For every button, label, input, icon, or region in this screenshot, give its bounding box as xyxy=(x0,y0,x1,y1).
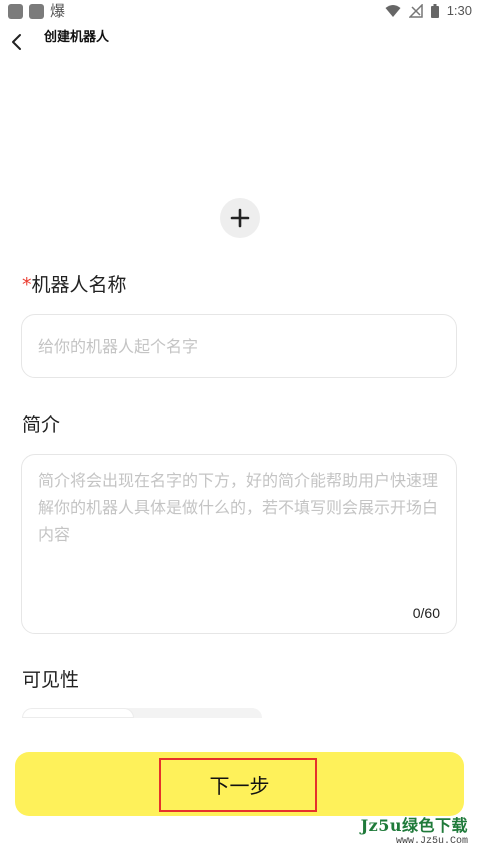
status-system-icons: 1:30 xyxy=(385,3,472,18)
next-step-button[interactable]: 下一步 xyxy=(15,752,464,816)
name-input[interactable] xyxy=(22,315,456,377)
status-bar: 爆 1:30 xyxy=(0,0,480,24)
name-field-box xyxy=(21,314,457,378)
battery-icon xyxy=(430,3,439,18)
signal-off-icon xyxy=(408,3,423,18)
page-title: 创建机器人 xyxy=(44,30,110,45)
site-watermark: Jz5u绿色下载 www.Jz5u.Com xyxy=(361,812,468,847)
intro-textarea[interactable] xyxy=(22,455,456,595)
notification-app-icon xyxy=(29,3,44,19)
top-bar: 创建机器人 xyxy=(0,24,480,54)
watermark-brand: Jz5u绿色下载 xyxy=(360,816,468,835)
name-label-row: *机器人名称 xyxy=(22,270,127,297)
name-label: 机器人名称 xyxy=(31,274,127,296)
notification-app-icon xyxy=(8,3,23,19)
intro-label: 简介 xyxy=(22,414,61,436)
status-notifications: 爆 xyxy=(8,3,65,19)
watermark-url: www.Jz5u.Com xyxy=(395,836,468,847)
intro-field-box: 0/60 xyxy=(21,454,457,634)
visibility-option-selected[interactable] xyxy=(22,708,134,718)
required-mark: * xyxy=(22,274,32,296)
plus-icon xyxy=(230,208,250,228)
notification-text: 爆 xyxy=(50,2,66,20)
intro-char-counter: 0/60 xyxy=(412,605,440,621)
add-avatar-button[interactable] xyxy=(220,198,260,238)
visibility-label: 可见性 xyxy=(22,669,80,691)
wifi-icon xyxy=(385,4,401,17)
visibility-selector[interactable] xyxy=(22,708,262,718)
back-button[interactable] xyxy=(8,30,28,54)
chevron-left-icon xyxy=(12,34,21,50)
next-step-label: 下一步 xyxy=(209,773,270,798)
status-time: 1:30 xyxy=(446,3,472,18)
